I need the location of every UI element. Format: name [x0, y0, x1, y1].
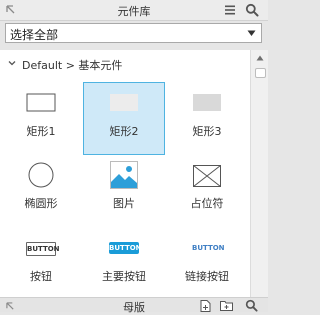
widget-label: 矩形3 — [192, 125, 222, 138]
widget-label: 椭圆形 — [24, 197, 58, 210]
widget-rectangle-1[interactable]: 矩形1 — [0, 82, 82, 155]
widget-button[interactable]: BUTTON 按钮 — [0, 233, 82, 297]
widget-rectangle-2[interactable]: 矩形2 — [83, 82, 165, 155]
panel-header: 元件库 — [0, 0, 268, 21]
library-select-value: 选择全部 — [10, 28, 59, 42]
widget-library-content: Default > 基本元件 矩形1 矩形2 矩形3 椭圆形 图片 占位符 BU… — [0, 50, 250, 297]
search-icon[interactable] — [245, 3, 259, 17]
expand-chevron-icon — [8, 61, 16, 66]
scroll-up-arrow-icon[interactable] — [256, 55, 264, 61]
image-icon — [110, 161, 138, 189]
chevron-down-icon — [247, 30, 256, 36]
add-folder-icon[interactable] — [220, 300, 233, 311]
ellipse-icon — [28, 162, 54, 188]
widget-ellipse[interactable]: 椭圆形 — [0, 159, 82, 232]
widget-label: 占位符 — [190, 197, 224, 210]
link-button-preview: BUTTON — [192, 244, 225, 252]
vertical-scrollbar[interactable] — [250, 50, 268, 297]
widget-placeholder[interactable]: 占位符 — [166, 159, 248, 232]
widget-label: 矩形2 — [109, 125, 139, 138]
widget-label: 图片 — [113, 197, 135, 210]
widget-image[interactable]: 图片 — [83, 159, 165, 232]
group-title: Default > 基本元件 — [22, 59, 123, 72]
add-page-icon[interactable] — [200, 300, 211, 312]
rectangle-gray-fill-icon — [193, 94, 221, 111]
placeholder-icon — [193, 165, 221, 187]
widget-label: 按钮 — [30, 270, 52, 283]
rectangle-outline-icon — [26, 93, 56, 112]
library-select[interactable]: 选择全部 — [5, 23, 262, 43]
scroll-thumb[interactable] — [255, 68, 266, 78]
widget-label: 矩形1 — [26, 125, 56, 138]
hamburger-menu-icon[interactable] — [224, 4, 236, 16]
primary-button-preview: BUTTON — [109, 242, 142, 254]
widget-primary-button[interactable]: BUTTON 主要按钮 — [83, 233, 165, 297]
widget-label: 链接按钮 — [185, 270, 229, 283]
widget-link-button[interactable]: BUTTON 链接按钮 — [166, 233, 248, 297]
widget-rectangle-3[interactable]: 矩形3 — [166, 82, 248, 155]
widget-label: 主要按钮 — [102, 270, 146, 283]
button-preview: BUTTON — [26, 242, 60, 256]
search-icon[interactable] — [245, 299, 258, 312]
rectangle-light-fill-icon — [110, 94, 138, 111]
masters-panel-header: 母版 — [0, 297, 268, 314]
